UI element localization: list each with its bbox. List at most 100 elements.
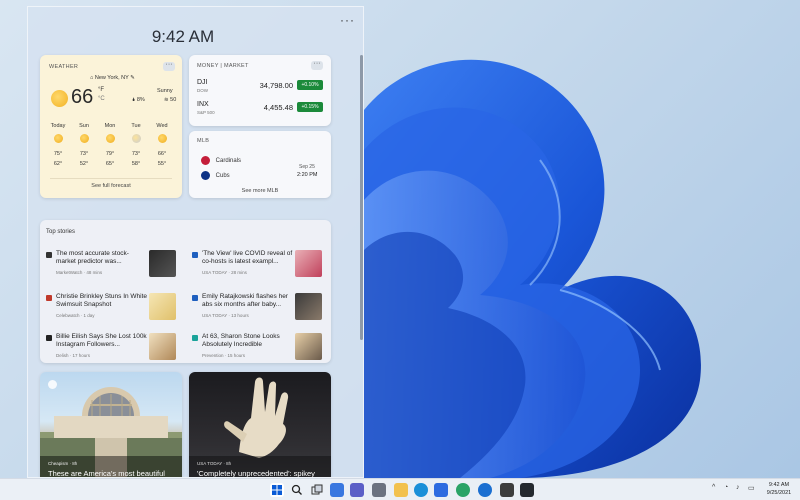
- taskbar: ^ ◔ ♪ ▭ 9:42 AM 9/25/2021: [0, 478, 800, 500]
- stock-sub: S&P 500: [197, 110, 215, 115]
- weather-precip-value: 8%: [136, 97, 145, 103]
- story-item[interactable]: Billie Eilish Says She Lost 100k Instagr…: [46, 333, 187, 363]
- battery-icon[interactable]: ▭: [748, 484, 755, 492]
- story-item[interactable]: Christie Brinkley Stuns In White Swimsui…: [46, 293, 187, 323]
- card-source: Cheapism · 8h: [48, 461, 78, 466]
- news-image-card[interactable]: USA TODAY · 8h 'Completely unprecedented…: [189, 372, 331, 477]
- weather-location[interactable]: ⌂ New York, NY ✎: [90, 75, 135, 81]
- source-icon: [46, 335, 52, 341]
- story-headline: Emily Ratajkowski flashes her abs six mo…: [202, 293, 288, 308]
- stock-change-badge: +0.15%: [297, 102, 323, 112]
- see-full-forecast-link[interactable]: See full forecast: [40, 183, 182, 189]
- forecast-high: 73°: [131, 151, 141, 157]
- location-pin-icon: ⌂: [90, 75, 94, 81]
- network-icon[interactable]: ◔: [724, 484, 728, 491]
- forecast-low: 55°: [157, 161, 167, 167]
- story-item[interactable]: Emily Ratajkowski flashes her abs six mo…: [192, 293, 331, 323]
- story-source: Prevention · 15 hours: [202, 353, 246, 358]
- sun-icon: [79, 134, 89, 143]
- wind-icon: ≋: [164, 97, 169, 103]
- forecast-high: 73°: [79, 151, 89, 157]
- forecast-day[interactable]: Sun 73° 52°: [72, 123, 96, 167]
- stock-name: INX: [197, 101, 209, 108]
- widgets-button[interactable]: [330, 483, 344, 497]
- stock-row[interactable]: INX S&P 500 4,455.48 +0.15%: [197, 101, 323, 118]
- edit-pencil-icon[interactable]: ✎: [130, 75, 135, 81]
- raindrop-icon: 🌢: [132, 97, 136, 103]
- team-row[interactable]: Cardinals: [201, 156, 241, 166]
- forecast-day[interactable]: Today 75° 62°: [46, 123, 70, 167]
- stock-value: 4,455.48: [263, 103, 293, 112]
- forecast-day[interactable]: Tue 73° 58°: [124, 123, 148, 167]
- stock-row[interactable]: DJI DOW 34,798.00 +0.10%: [197, 79, 323, 96]
- story-thumbnail: [149, 250, 176, 277]
- story-thumbnail: [295, 293, 322, 320]
- news-image-card[interactable]: Cheapism · 8h These are America's most b…: [40, 372, 182, 478]
- team-name: Cubs: [215, 173, 230, 180]
- source-icon: [192, 252, 198, 258]
- mlb-card[interactable]: MLB Cardinals Cubs Sep 25 2:20 PM See mo…: [189, 131, 331, 198]
- windows-logo-icon: [272, 485, 282, 495]
- story-source: USA TODAY · 13 hours: [202, 313, 249, 318]
- tray-chevron-icon[interactable]: ^: [712, 484, 715, 491]
- forecast-high: 79°: [105, 151, 115, 157]
- story-item[interactable]: At 63, Sharon Stone Looks Absolutely Inc…: [192, 333, 331, 363]
- edge-browser-icon[interactable]: [414, 483, 428, 497]
- weather-location-label: New York, NY: [94, 75, 129, 81]
- store-icon[interactable]: [434, 483, 448, 497]
- panel-scrollbar[interactable]: [360, 55, 363, 340]
- mlb-title: MLB: [197, 138, 210, 144]
- volume-icon[interactable]: ♪: [736, 484, 740, 491]
- partly-cloudy-icon: [131, 134, 141, 143]
- forecast-day[interactable]: Mon 79° 65°: [98, 123, 122, 167]
- forecast-day-label: Wed: [156, 123, 168, 129]
- app-icon[interactable]: [520, 483, 534, 497]
- unit-celsius[interactable]: °C: [98, 96, 105, 102]
- divider: [50, 178, 172, 179]
- terminal-icon[interactable]: [500, 483, 514, 497]
- top-stories-card: Top stories The most accurate stock-mark…: [40, 220, 331, 363]
- story-headline: 'The View' live COVID reveal of co-hosts…: [202, 250, 293, 265]
- unit-fahrenheit[interactable]: °F: [98, 87, 104, 93]
- stock-change-badge: +0.10%: [297, 80, 323, 90]
- story-thumbnail: [295, 333, 322, 360]
- task-view-button[interactable]: [310, 483, 324, 497]
- widgets-panel: 9:42 AM ··· WEATHER ··· ⌂ New York, NY ✎…: [27, 6, 364, 478]
- stock-name: DJI: [197, 79, 208, 86]
- weather-more-button[interactable]: ···: [163, 61, 175, 71]
- story-thumbnail: [149, 293, 176, 320]
- story-headline: The most accurate stock-market predictor…: [56, 250, 129, 265]
- story-item[interactable]: 'The View' live COVID reveal of co-hosts…: [192, 250, 331, 280]
- team-name: Cardinals: [215, 158, 242, 165]
- sun-icon: [157, 134, 167, 143]
- story-item[interactable]: The most accurate stock-market predictor…: [46, 250, 187, 280]
- panel-more-icon[interactable]: ···: [340, 13, 355, 27]
- money-card[interactable]: MONEY | MARKET ··· DJI DOW 34,798.00 +0.…: [189, 55, 331, 126]
- money-title: MONEY | MARKET: [197, 63, 249, 69]
- see-more-mlb-link[interactable]: See more MLB: [189, 188, 331, 194]
- cardinals-logo-icon: [201, 156, 210, 165]
- settings-gear-icon[interactable]: [372, 483, 386, 497]
- story-source: USA TODAY · 28 mins: [202, 270, 247, 275]
- forecast-low: 58°: [131, 161, 141, 167]
- file-explorer-icon[interactable]: [394, 483, 408, 497]
- start-button[interactable]: [270, 483, 284, 497]
- team-row[interactable]: Cubs: [201, 171, 230, 181]
- app-icon[interactable]: [478, 483, 492, 497]
- app-icon[interactable]: [456, 483, 470, 497]
- task-view-icon: [311, 484, 323, 495]
- stock-value: 34,798.00: [259, 81, 293, 90]
- forecast-day[interactable]: Wed 66° 55°: [150, 123, 174, 167]
- search-button[interactable]: [290, 483, 304, 497]
- weather-card[interactable]: WEATHER ··· ⌂ New York, NY ✎ 66 °F °C Su…: [40, 55, 182, 198]
- chat-teams-icon[interactable]: [350, 483, 364, 497]
- money-more-button[interactable]: ···: [311, 60, 323, 70]
- sun-icon: [51, 90, 68, 107]
- taskbar-time[interactable]: 9:42 AM: [759, 482, 799, 488]
- story-source: MarketWatch · 48 mins: [56, 270, 103, 275]
- story-thumbnail: [149, 333, 176, 360]
- card-caption: These are America's most beautiful: [48, 469, 165, 478]
- taskbar-date[interactable]: 9/25/2021: [759, 490, 799, 496]
- story-headline: Billie Eilish Says She Lost 100k Instagr…: [56, 333, 147, 348]
- panel-clock: 9:42 AM: [151, 27, 215, 46]
